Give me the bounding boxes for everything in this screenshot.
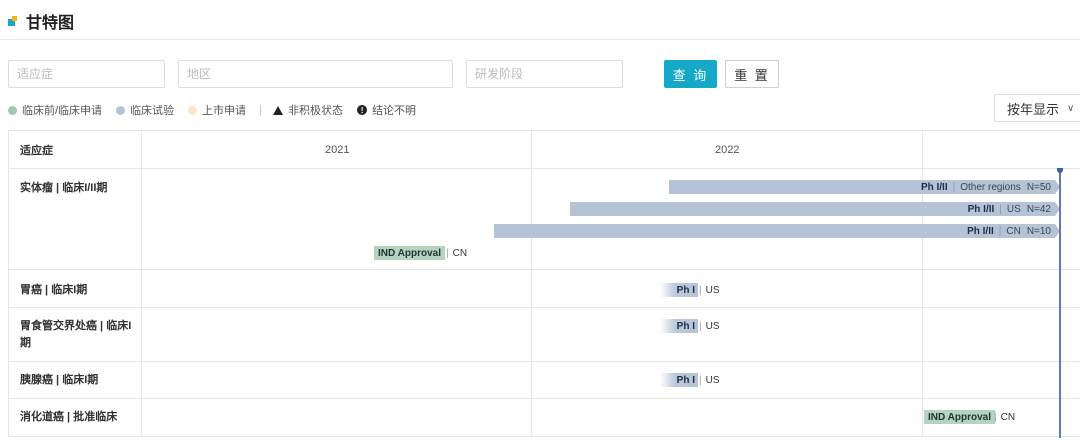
bar-phase: Ph I <box>676 284 695 296</box>
market-dot-icon <box>188 105 198 115</box>
legend-divider <box>260 104 262 116</box>
bar-phase: Ph I <box>676 374 695 386</box>
bar-region: Other regions <box>960 181 1021 193</box>
bar-region: US <box>705 374 720 386</box>
grid-line <box>8 436 1080 437</box>
row-label: 消化道癌 | 批准临床 <box>20 411 118 423</box>
gantt-milestone[interactable]: IND Approval <box>924 410 995 424</box>
gantt-bar[interactable]: Ph I <box>660 319 698 333</box>
page-title: 甘特图 <box>26 15 75 32</box>
gantt-milestone[interactable]: IND Approval <box>374 246 445 260</box>
bar-region-label: | US <box>699 373 720 387</box>
bar-region: CN <box>1006 225 1021 237</box>
row-label: 胃癌 | 临床I期 <box>20 284 88 296</box>
gantt-bar[interactable]: Ph I <box>660 373 698 387</box>
title-divider <box>0 39 1080 40</box>
reset-button[interactable]: 重 置 <box>725 60 779 88</box>
legend-clinical: 临床试验 <box>116 102 174 118</box>
legend-unknown-label: 结论不明 <box>372 105 417 117</box>
today-marker-line <box>1059 170 1061 438</box>
region-filter-input[interactable] <box>178 60 453 88</box>
grid-line <box>531 130 532 437</box>
preclinical-dot-icon <box>8 105 17 115</box>
grid-line <box>141 130 142 437</box>
grid-line <box>8 130 9 437</box>
bar-separator: | <box>998 225 1002 237</box>
bar-separator: | <box>699 284 702 296</box>
bar-separator: | <box>952 181 956 193</box>
legend-preclinical: 临床前/临床申请 <box>8 102 102 118</box>
bar-region-label: | US <box>699 319 720 333</box>
bar-phase: Ph I/II <box>920 181 948 193</box>
bar-region: US <box>705 284 720 296</box>
column-header-indication: 适应症 <box>20 144 53 157</box>
grid-line <box>8 398 1080 399</box>
grid-line <box>8 307 1080 308</box>
exclamation-icon: ! <box>357 105 368 115</box>
bar-phase: Ph I/II <box>967 225 994 237</box>
bar-region: US <box>1006 203 1021 215</box>
grid-line <box>8 130 1080 131</box>
title-accent-icon <box>8 16 18 26</box>
clinical-dot-icon <box>116 105 126 115</box>
legend-market: 上市申请 <box>188 102 246 118</box>
bar-phase: Ph I/II <box>967 203 995 215</box>
row-label: 胰腺癌 | 临床I期 <box>20 374 99 386</box>
bar-n: N=10 <box>1026 225 1051 237</box>
stage-filter-input[interactable] <box>466 60 623 88</box>
column-header-year: 2022 <box>715 143 740 156</box>
grid-line <box>8 168 1080 169</box>
indication-filter-input[interactable] <box>8 60 165 88</box>
triangle-icon <box>273 105 284 115</box>
column-header-year: 2021 <box>325 143 350 156</box>
bar-region: CN <box>452 247 468 259</box>
bar-separator: | <box>699 320 702 332</box>
bar-phase: Ph I <box>676 320 695 332</box>
row-label: 实体瘤 | 临床I/II期 <box>20 182 108 194</box>
bar-separator: | <box>446 247 449 259</box>
gantt-bar[interactable]: Ph I/II | CN N=10 <box>494 224 1060 238</box>
gantt-bar[interactable]: Ph I/II | Other regions N=50 <box>669 180 1060 194</box>
legend-inactive: 非积极状态 <box>273 102 343 118</box>
legend: 临床前/临床申请 临床试验 上市申请 非积极状态 ! 结论不明 <box>8 102 430 118</box>
bar-separator: | <box>699 374 702 386</box>
row-label: 胃食管交界处癌 | 临床I期 <box>20 320 132 349</box>
grid-line <box>8 269 1080 270</box>
chevron-down-icon: ∨ <box>1067 102 1075 114</box>
bar-region-label: | US <box>699 283 720 297</box>
view-mode-selected: 按年显示 <box>1007 101 1060 117</box>
bar-separator: | <box>999 203 1002 215</box>
milestone-region: | CN <box>994 410 1015 424</box>
bar-n: N=50 <box>1026 181 1051 193</box>
bar-phase: IND Approval <box>928 411 991 423</box>
grid-line <box>922 130 923 437</box>
legend-inactive-label: 非积极状态 <box>288 105 344 117</box>
legend-market-label: 上市申请 <box>202 105 247 117</box>
bar-separator: | <box>994 411 997 423</box>
milestone-region: | CN <box>446 246 467 260</box>
gantt-bar[interactable]: Ph I <box>660 283 698 297</box>
bar-region: CN <box>1000 411 1016 423</box>
legend-clinical-label: 临床试验 <box>130 105 175 117</box>
bar-n: N=42 <box>1026 203 1051 215</box>
bar-phase: IND Approval <box>378 247 441 259</box>
view-mode-select[interactable]: 按年显示 ∨ <box>994 94 1080 122</box>
page-title-row: 甘特图 <box>8 10 74 32</box>
legend-unknown: ! 结论不明 <box>357 102 416 118</box>
bar-region: US <box>705 320 720 332</box>
today-marker-cap <box>1057 168 1063 173</box>
query-button[interactable]: 查 询 <box>664 60 717 88</box>
grid-line <box>8 361 1080 362</box>
gantt-bar[interactable]: Ph I/II | US N=42 <box>570 202 1060 216</box>
legend-preclinical-label: 临床前/临床申请 <box>22 105 103 117</box>
